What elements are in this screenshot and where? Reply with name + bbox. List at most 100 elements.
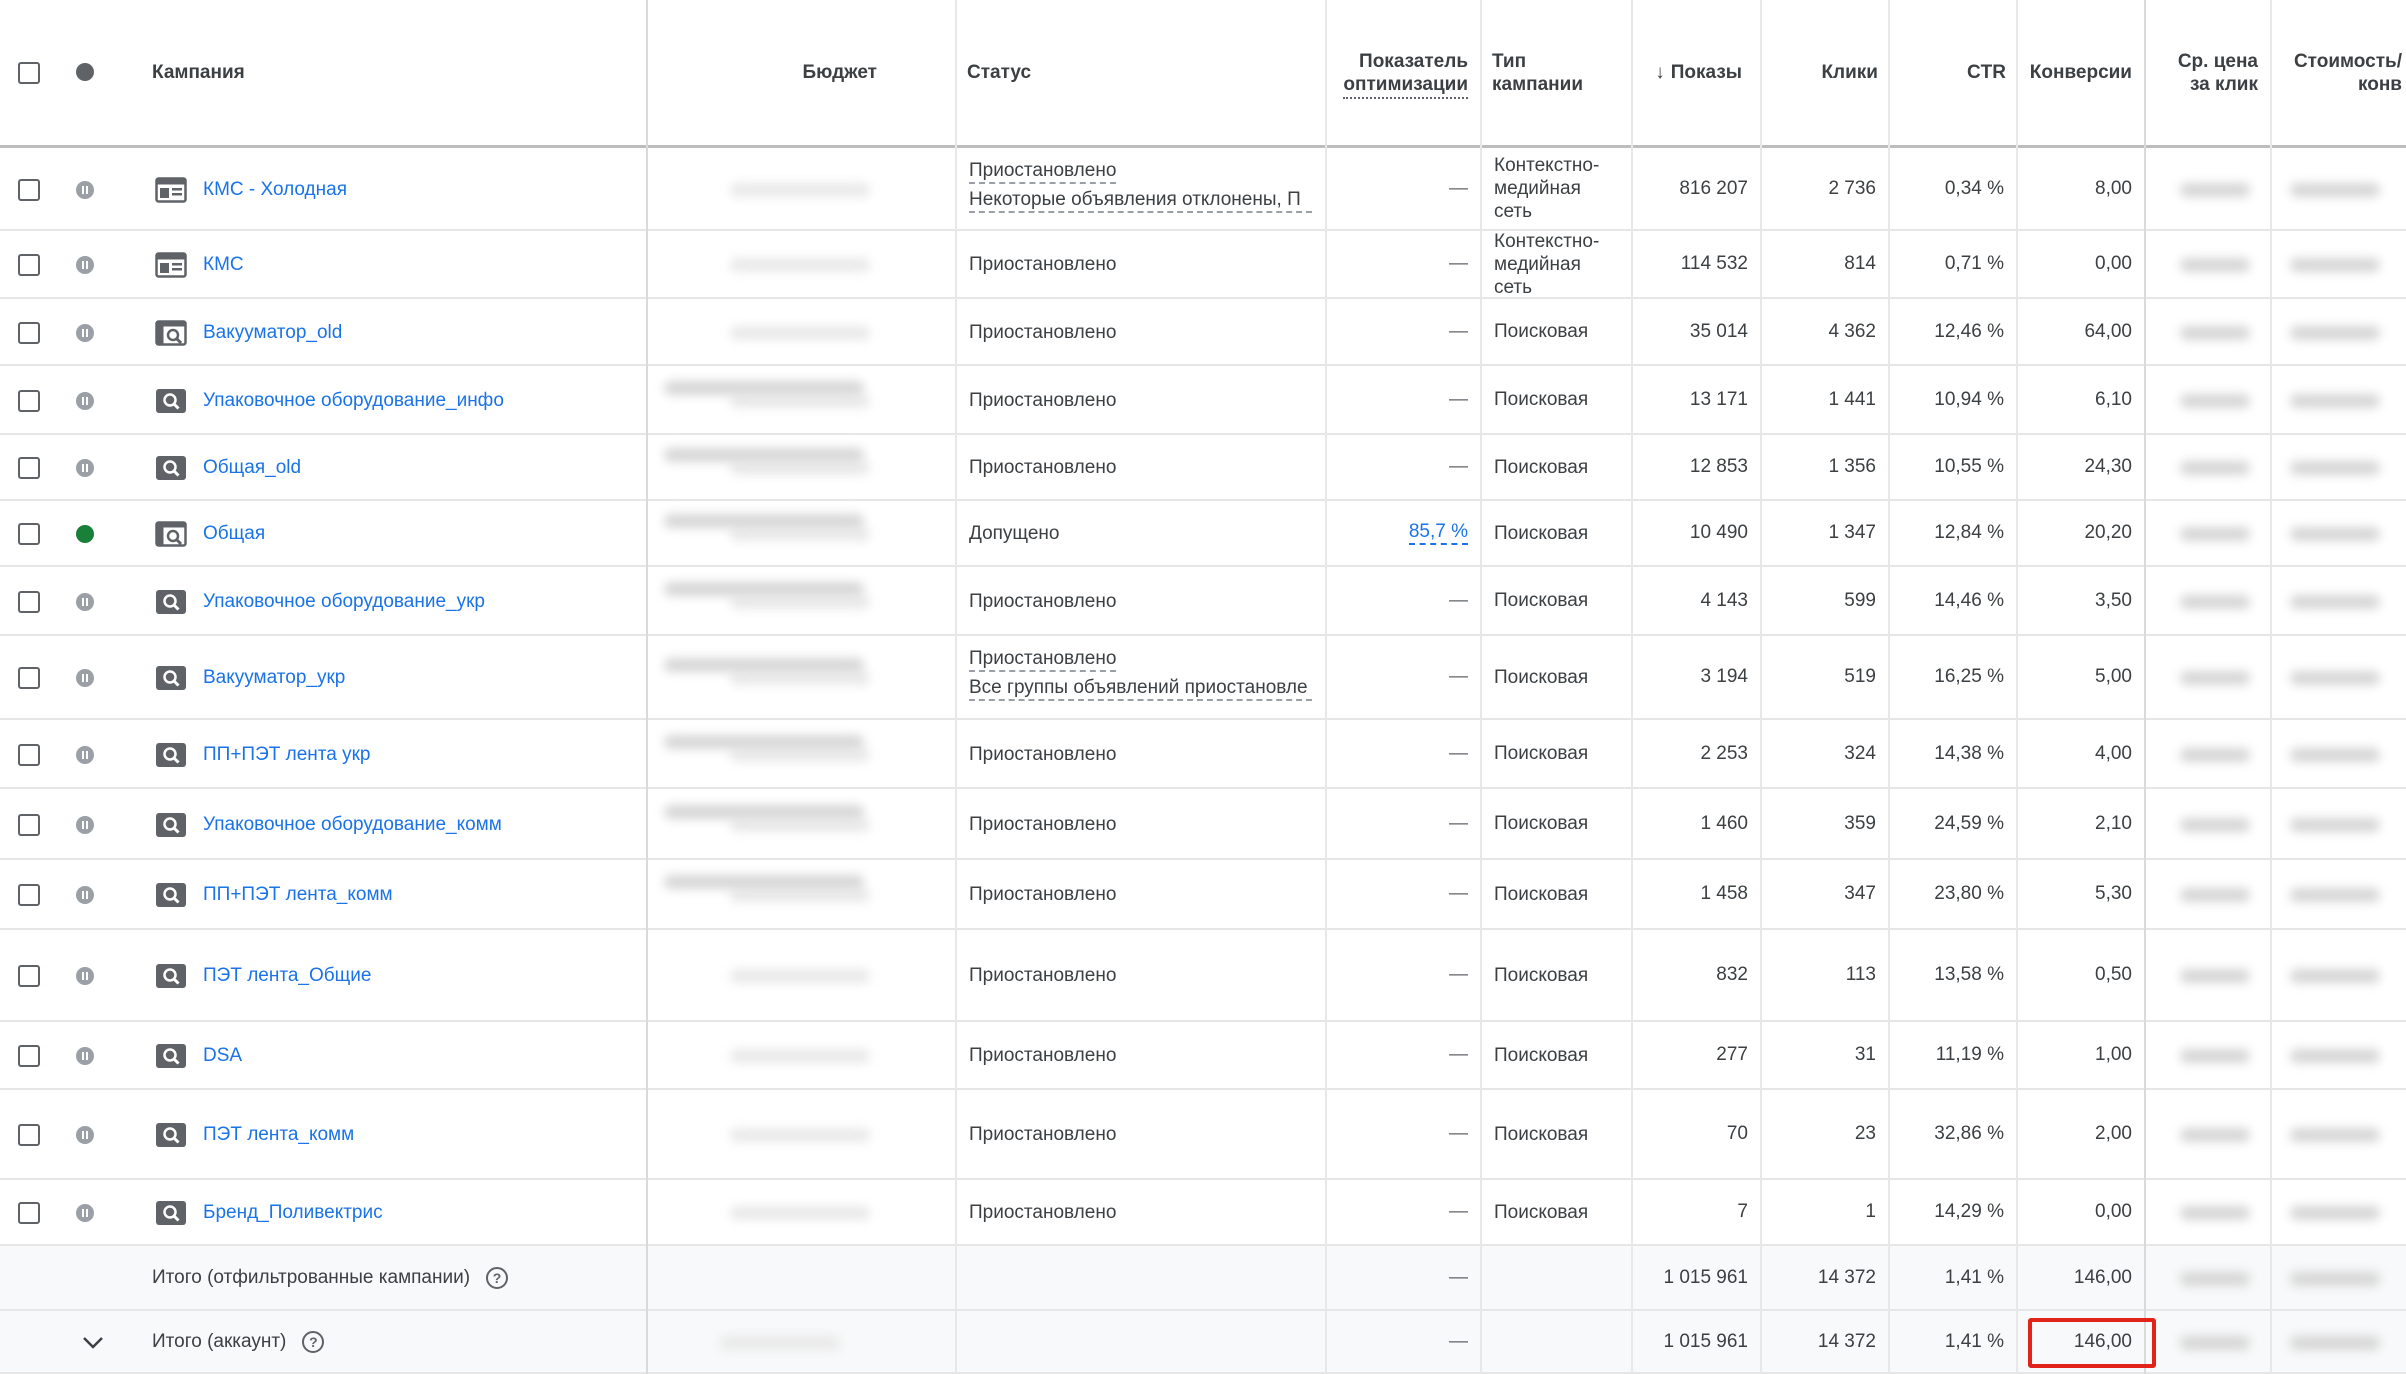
optimization-value: — (1449, 964, 1468, 985)
select-all-checkbox[interactable] (18, 62, 40, 84)
row-checkbox[interactable] (18, 884, 40, 906)
conversions-value: 0,50 (2095, 964, 2132, 985)
chevron-down-icon[interactable] (82, 1336, 104, 1350)
budget-redacted (730, 594, 870, 609)
optimization-score[interactable]: 85,7 % (1326, 501, 1480, 565)
table-row[interactable]: Упаковочное оборудование_инфо Приостановл… (0, 366, 2406, 435)
optimization-score: — (1326, 860, 1480, 928)
table-row[interactable]: ПП+ПЭТ лента_комм Приостановлено — Поискова… (0, 860, 2406, 930)
row-checkbox[interactable] (18, 178, 40, 201)
paused-status-icon[interactable] (76, 1047, 94, 1065)
ctr-value: 0,34 % (1944, 177, 2004, 199)
campaign-type: Контекстно-медийная сеть (1482, 231, 1632, 298)
header-campaign-type[interactable]: Тип кампании (1482, 0, 1632, 145)
row-checkbox[interactable] (18, 813, 40, 836)
impressions-value: 70 (1726, 1123, 1748, 1144)
campaign-name-link[interactable]: ПЭТ лента_комм (203, 1124, 354, 1146)
sort-down-icon: ↓ (1655, 62, 1665, 83)
table-row[interactable]: Упаковочное оборудование_укр Приостановле… (0, 567, 2406, 636)
total-label: Итого (отфильтрованные кампании)? (142, 1246, 642, 1309)
paused-status-icon[interactable] (76, 967, 94, 985)
row-checkbox[interactable] (18, 667, 40, 689)
avg-cpc-redacted (2180, 747, 2250, 762)
optimization-value: — (1449, 1266, 1468, 1288)
row-checkbox[interactable] (18, 523, 40, 545)
campaign-name-link[interactable]: КМС (203, 254, 244, 276)
ctr-value: 0,71 % (1944, 253, 2004, 274)
campaign-name-link[interactable]: ПП+ПЭТ лента укр (203, 744, 370, 766)
header-campaign[interactable]: Кампания (142, 0, 642, 145)
header-conversions[interactable]: Конверсии (2016, 0, 2142, 145)
paused-status-icon[interactable] (76, 180, 94, 199)
table-row[interactable]: КМС Приостановлено — Контекстно-медийная сет… (0, 231, 2406, 299)
table-row[interactable]: Вакууматор_укр Приостановлено Все группы о… (0, 636, 2406, 720)
table-row[interactable]: ПЭТ лента_комм Приостановлено — Поисковая 70… (0, 1090, 2406, 1180)
table-row[interactable]: Упаковочное оборудование_комм Приостановл… (0, 789, 2406, 860)
paused-status-icon[interactable] (76, 815, 94, 834)
clicks-value: 1 356 (1828, 456, 1876, 477)
header-budget[interactable]: Бюджет (647, 0, 887, 145)
campaign-name-link[interactable]: Бренд_Поливектрис (203, 1202, 383, 1224)
row-checkbox[interactable] (18, 254, 40, 276)
clicks-cell: 359 (1760, 789, 1888, 858)
campaign-name-link[interactable]: Вакууматор_old (203, 322, 342, 344)
conversions-cell: 24,30 (2016, 435, 2144, 499)
paused-status-icon[interactable] (76, 256, 94, 274)
help-icon[interactable]: ? (486, 1266, 509, 1289)
row-checkbox[interactable] (18, 321, 40, 344)
campaign-name-link[interactable]: Упаковочное оборудование_инфо (203, 390, 504, 412)
optimization-value: — (1449, 812, 1468, 834)
paused-status-icon[interactable] (76, 745, 94, 764)
campaign-type-line: Поисковая (1494, 321, 1589, 342)
table-row[interactable]: Бренд_Поливектрис Приостановлено — Поискова… (0, 1180, 2406, 1246)
header-clicks[interactable]: Клики (1760, 0, 1888, 145)
table-row[interactable]: Вакууматор_old Приостановлено — Поисковая 35… (0, 299, 2406, 366)
paused-status-icon[interactable] (76, 886, 94, 904)
header-avg-cpc[interactable]: Ср. цена за клик (2146, 0, 2268, 145)
campaign-name-link[interactable]: Упаковочное оборудование_укр (203, 591, 485, 613)
campaign-name-link[interactable]: КМС - Холодная (203, 179, 347, 201)
impressions-value: 10 490 (1689, 522, 1748, 543)
header-optimization-score[interactable]: Показатель оптимизации (1326, 0, 1478, 145)
impressions-value: 12 853 (1689, 456, 1748, 477)
row-checkbox[interactable] (18, 590, 40, 613)
paused-status-icon[interactable] (76, 391, 94, 410)
header-cost-per-conversion[interactable]: Стоимость/конв (2272, 0, 2406, 145)
paused-status-icon[interactable] (76, 592, 94, 611)
table-row[interactable]: ПЭТ лента_Общие Приостановлено — Поисковая 8… (0, 930, 2406, 1022)
row-checkbox[interactable] (18, 743, 40, 766)
table-row[interactable]: Общая_old Приостановлено — Поисковая 12 853 1… (0, 435, 2406, 501)
help-icon[interactable]: ? (302, 1330, 325, 1353)
row-checkbox[interactable] (18, 1202, 40, 1224)
campaign-name-link[interactable]: Упаковочное оборудование_комм (203, 814, 502, 836)
campaign-name-link[interactable]: ПП+ПЭТ лента_комм (203, 884, 393, 906)
campaign-name-link[interactable]: Вакууматор_укр (203, 667, 345, 689)
paused-status-icon[interactable] (76, 1204, 94, 1222)
header-status[interactable]: Статус (957, 0, 1317, 145)
table-row[interactable]: КМС - Холодная Приостановлено Некоторые об… (0, 148, 2406, 231)
clicks-value: 4 362 (1828, 320, 1876, 342)
row-checkbox[interactable] (18, 1045, 40, 1067)
header-ctr[interactable]: CTR (1888, 0, 2016, 145)
paused-status-icon[interactable] (76, 459, 94, 477)
campaign-name-link[interactable]: DSA (203, 1045, 242, 1067)
row-checkbox[interactable] (18, 965, 40, 987)
row-checkbox[interactable] (18, 1124, 40, 1146)
table-row[interactable]: Общая Допущено 85,7 % Поисковая 10 490 1 347 1… (0, 501, 2406, 567)
table-row[interactable]: ПП+ПЭТ лента укр Приостановлено — Поисковая… (0, 720, 2406, 789)
active-status-icon[interactable] (76, 525, 94, 543)
impressions-value: 1 460 (1700, 812, 1748, 834)
cost-per-conversion-redacted (2290, 1335, 2380, 1350)
table-row[interactable]: DSA Приостановлено — Поисковая 277 31 11,19 % 1… (0, 1022, 2406, 1090)
campaign-name-link[interactable]: ПЭТ лента_Общие (203, 965, 371, 987)
paused-status-icon[interactable] (76, 1126, 94, 1144)
campaign-name-link[interactable]: Общая_old (203, 457, 301, 479)
campaign-name-link[interactable]: Общая (203, 523, 265, 545)
paused-status-icon[interactable] (76, 323, 94, 342)
total-clicks-value: 14 372 (1817, 1330, 1876, 1352)
campaign-type: Поисковая (1482, 930, 1632, 1020)
row-checkbox[interactable] (18, 457, 40, 479)
row-checkbox[interactable] (18, 389, 40, 412)
paused-status-icon[interactable] (76, 669, 94, 687)
header-impressions[interactable]: ↓ Показы (1632, 0, 1752, 145)
